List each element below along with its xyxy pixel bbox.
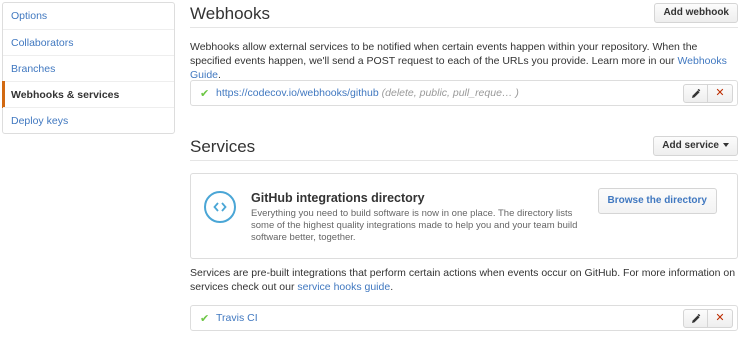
webhooks-header: Webhooks Add webhook — [190, 0, 738, 28]
service-row: ✔ Travis CI ✕ — [190, 305, 738, 331]
services-description: Services are pre-built integrations that… — [190, 266, 738, 294]
add-service-button[interactable]: Add service — [653, 136, 738, 156]
webhook-actions: ✕ — [683, 84, 733, 103]
service-entry: Travis CI — [216, 312, 258, 324]
integrations-title: GitHub integrations directory — [251, 191, 425, 205]
webhook-entry: https://codecov.io/webhooks/github (delet… — [216, 87, 519, 99]
services-header: Services Add service — [190, 133, 738, 161]
integrations-description: Everything you need to build software is… — [251, 208, 578, 243]
delete-service-button[interactable]: ✕ — [708, 309, 733, 328]
service-name-link[interactable]: Travis CI — [216, 312, 258, 324]
service-hooks-guide-link[interactable]: service hooks guide — [297, 281, 390, 293]
pencil-icon — [691, 88, 700, 98]
check-icon: ✔ — [200, 313, 210, 325]
add-webhook-button[interactable]: Add webhook — [654, 3, 738, 23]
x-icon: ✕ — [715, 312, 725, 324]
services-description-text: Services are pre-built integrations that… — [190, 267, 736, 293]
add-service-label: Add service — [662, 140, 719, 151]
x-icon: ✕ — [715, 87, 725, 99]
webhooks-description-text: Webhooks allow external services to be n… — [190, 41, 698, 67]
sidebar-item-collaborators[interactable]: Collaborators — [3, 29, 174, 55]
integrations-directory-card: GitHub integrations directory Everything… — [190, 173, 738, 259]
edit-webhook-button[interactable] — [683, 84, 708, 103]
services-description-end: . — [390, 281, 394, 293]
pencil-icon — [691, 313, 700, 323]
edit-service-button[interactable] — [683, 309, 708, 328]
check-icon: ✔ — [200, 88, 210, 100]
webhook-row: ✔ https://codecov.io/webhooks/github (del… — [190, 80, 738, 106]
sidebar-item-webhooks-services[interactable]: Webhooks & services — [2, 81, 174, 108]
webhook-events: (delete, public, pull_reque… ) — [381, 87, 519, 99]
webhooks-title: Webhooks — [190, 4, 271, 23]
webhooks-description: Webhooks allow external services to be n… — [190, 40, 738, 82]
browse-directory-button[interactable]: Browse the directory — [597, 188, 717, 214]
service-actions: ✕ — [683, 309, 733, 328]
code-icon — [204, 191, 236, 223]
caret-down-icon — [723, 143, 729, 148]
webhook-url-link[interactable]: https://codecov.io/webhooks/github — [216, 87, 379, 99]
services-title: Services — [190, 137, 256, 156]
sidebar-item-options[interactable]: Options — [3, 3, 174, 29]
delete-webhook-button[interactable]: ✕ — [708, 84, 733, 103]
sidebar-item-deploy-keys[interactable]: Deploy keys — [3, 107, 174, 133]
settings-sidebar: Options Collaborators Branches Webhooks … — [2, 2, 175, 134]
sidebar-item-branches[interactable]: Branches — [3, 55, 174, 81]
